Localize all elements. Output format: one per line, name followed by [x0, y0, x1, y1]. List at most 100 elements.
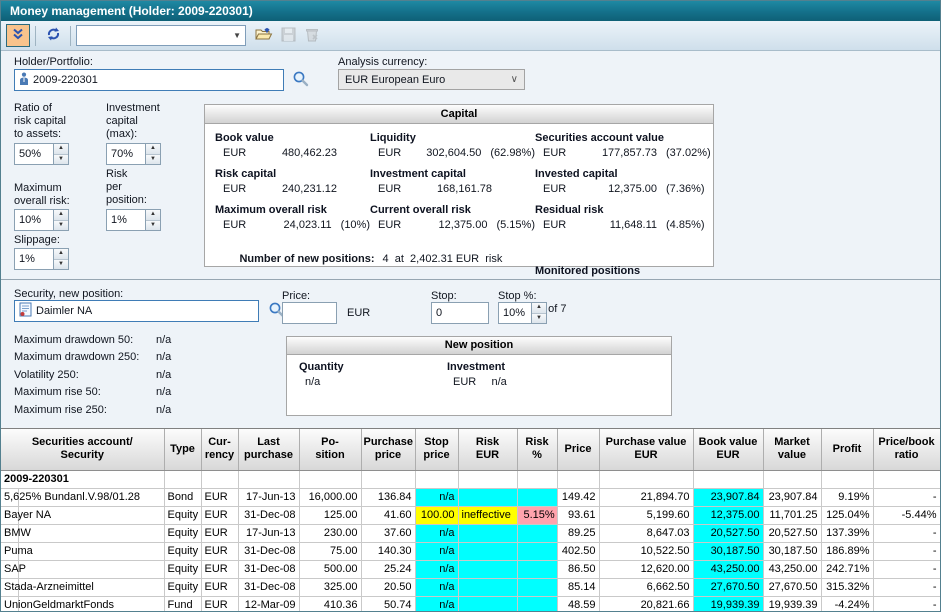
table-cell[interactable]	[517, 578, 557, 596]
table-row[interactable]: Stada-ArzneimittelEquityEUR31-Dec-08325.…	[1, 578, 940, 596]
table-cell[interactable]: 186.89%	[821, 542, 873, 560]
table-cell[interactable]: UnionGeldmarktFonds	[1, 596, 164, 611]
table-cell[interactable]: 230.00	[299, 524, 361, 542]
table-cell[interactable]: -	[873, 524, 940, 542]
table-cell[interactable]: Bayer NA	[1, 506, 164, 524]
table-cell[interactable]: 9.19%	[821, 488, 873, 506]
table-cell[interactable]: BMW	[1, 524, 164, 542]
table-cell[interactable]: 19,939.39	[763, 596, 821, 611]
table-cell[interactable]	[299, 470, 361, 488]
table-cell[interactable]: 30,187.50	[693, 542, 763, 560]
table-cell[interactable]: -	[873, 596, 940, 611]
table-row[interactable]: Bayer NAEquityEUR31-Dec-08125.0041.60100…	[1, 506, 940, 524]
table-cell[interactable]: 31-Dec-08	[238, 578, 299, 596]
table-cell[interactable]: 48.59	[557, 596, 599, 611]
table-row[interactable]: PumaEquityEUR31-Dec-0875.00140.30n/a402.…	[1, 542, 940, 560]
table-cell[interactable]: 21,894.70	[599, 488, 693, 506]
table-cell[interactable]: -5.44%	[873, 506, 940, 524]
table-cell[interactable]	[361, 470, 415, 488]
group-row[interactable]: 2009-220301	[1, 470, 940, 488]
table-cell[interactable]: 17-Jun-13	[238, 524, 299, 542]
table-cell[interactable]: 30,187.50	[763, 542, 821, 560]
holder-search-button[interactable]	[289, 69, 311, 91]
table-cell[interactable]: Equity	[164, 524, 201, 542]
table-cell[interactable]: 86.50	[557, 560, 599, 578]
table-cell[interactable]: 75.00	[299, 542, 361, 560]
spin-down-button[interactable]: ▼	[54, 260, 68, 270]
column-header[interactable]: Purchase price	[361, 429, 415, 470]
table-cell[interactable]: -	[873, 542, 940, 560]
table-cell[interactable]	[458, 560, 517, 578]
expand-panel-button[interactable]	[6, 24, 30, 47]
spin-up-button[interactable]: ▲	[146, 210, 160, 221]
table-cell[interactable]	[873, 470, 940, 488]
spin-up-button[interactable]: ▲	[146, 144, 160, 155]
table-cell[interactable]: n/a	[415, 524, 458, 542]
table-cell[interactable]: -	[873, 488, 940, 506]
table-cell[interactable]: 140.30	[361, 542, 415, 560]
table-cell[interactable]: 410.36	[299, 596, 361, 611]
table-cell[interactable]: 50.74	[361, 596, 415, 611]
table-cell[interactable]: Equity	[164, 506, 201, 524]
table-cell[interactable]	[458, 524, 517, 542]
table-cell[interactable]: Bond	[164, 488, 201, 506]
table-cell[interactable]	[238, 470, 299, 488]
maximum-overall-risk-spinner[interactable]: 10% ▲▼	[14, 209, 69, 231]
table-cell[interactable]: -	[873, 578, 940, 596]
table-cell[interactable]: 37.60	[361, 524, 415, 542]
table-cell[interactable]: 43,250.00	[763, 560, 821, 578]
table-cell[interactable]: SAP	[1, 560, 164, 578]
table-cell[interactable]	[517, 488, 557, 506]
table-cell[interactable]: 402.50	[557, 542, 599, 560]
table-cell[interactable]: ineffective	[458, 506, 517, 524]
table-cell[interactable]: EUR	[201, 596, 238, 611]
column-header[interactable]: Stop price	[415, 429, 458, 470]
column-header[interactable]: Price/book ratio	[873, 429, 940, 470]
table-cell[interactable]: 20.50	[361, 578, 415, 596]
table-cell[interactable]	[458, 470, 517, 488]
table-cell[interactable]: EUR	[201, 560, 238, 578]
table-cell[interactable]: 100.00	[415, 506, 458, 524]
table-cell[interactable]: 17-Jun-13	[238, 488, 299, 506]
table-cell[interactable]: 12,620.00	[599, 560, 693, 578]
table-cell[interactable]	[201, 470, 238, 488]
spin-down-button[interactable]: ▼	[532, 314, 546, 324]
table-cell[interactable]: -4.24%	[821, 596, 873, 611]
spin-down-button[interactable]: ▼	[54, 155, 68, 165]
table-cell[interactable]: 31-Dec-08	[238, 506, 299, 524]
table-cell[interactable]: 20,527.50	[693, 524, 763, 542]
table-cell[interactable]: 27,670.50	[763, 578, 821, 596]
table-cell[interactable]: 125.04%	[821, 506, 873, 524]
table-cell[interactable]: 325.00	[299, 578, 361, 596]
table-cell[interactable]: Fund	[164, 596, 201, 611]
table-cell[interactable]: -	[873, 560, 940, 578]
table-cell[interactable]	[517, 560, 557, 578]
spin-down-button[interactable]: ▼	[54, 221, 68, 231]
table-cell[interactable]: Equity	[164, 578, 201, 596]
table-cell[interactable]: n/a	[415, 560, 458, 578]
table-cell[interactable]: 149.42	[557, 488, 599, 506]
table-cell[interactable]: Equity	[164, 542, 201, 560]
column-header[interactable]: Last purchase	[238, 429, 299, 470]
table-cell[interactable]	[164, 470, 201, 488]
column-header[interactable]: Po- sition	[299, 429, 361, 470]
holder-portfolio-input[interactable]: 2009-220301	[14, 69, 284, 91]
table-cell[interactable]: 11,701.25	[763, 506, 821, 524]
table-cell[interactable]: n/a	[415, 596, 458, 611]
table-cell[interactable]: Puma	[1, 542, 164, 560]
table-cell[interactable]: 16,000.00	[299, 488, 361, 506]
table-cell[interactable]: Equity	[164, 560, 201, 578]
table-cell[interactable]: 23,907.84	[763, 488, 821, 506]
table-cell[interactable]: 89.25	[557, 524, 599, 542]
table-cell[interactable]: 125.00	[299, 506, 361, 524]
stop-input[interactable]: 0	[431, 302, 489, 324]
table-cell[interactable]: 2009-220301	[1, 470, 164, 488]
table-cell[interactable]	[458, 542, 517, 560]
table-cell[interactable]: EUR	[201, 488, 238, 506]
view-combobox[interactable]: ▼	[76, 25, 246, 46]
investment-capital-max-spinner[interactable]: 70% ▲▼	[106, 143, 161, 165]
column-header[interactable]: Risk EUR	[458, 429, 517, 470]
open-button[interactable]	[252, 24, 276, 47]
analysis-currency-select[interactable]: EUR European Euro ∨	[338, 69, 525, 90]
table-cell[interactable]	[557, 470, 599, 488]
